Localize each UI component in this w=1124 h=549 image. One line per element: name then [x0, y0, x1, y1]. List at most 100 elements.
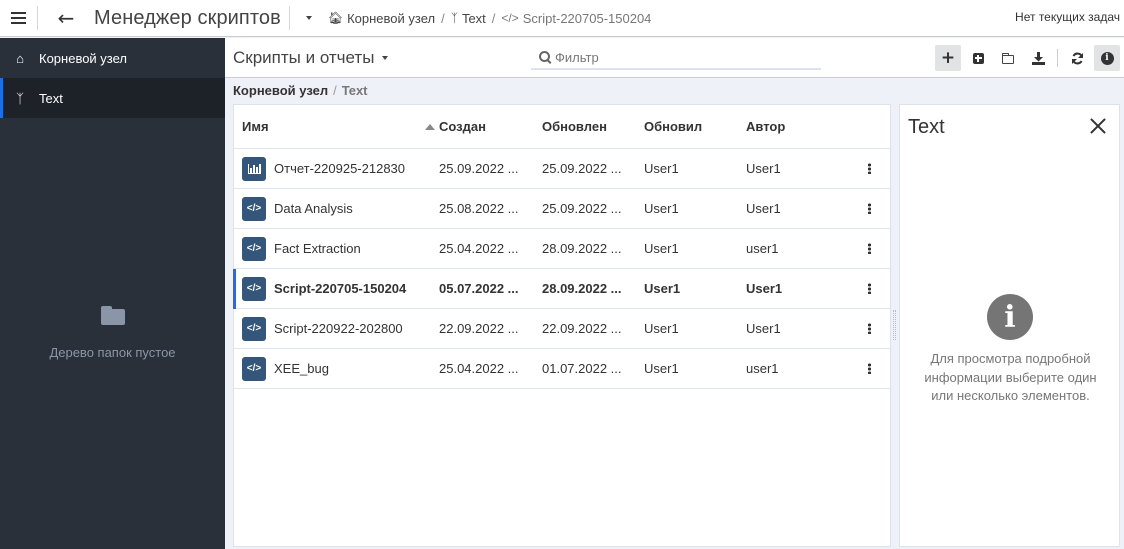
cell-updated-by: User1: [644, 361, 679, 376]
search-icon: [539, 51, 551, 63]
table-row[interactable]: Отчет-220925-212830 25.09.2022 ... 25.09…: [234, 149, 890, 189]
refresh-icon: [1071, 52, 1083, 64]
column-header-author[interactable]: Автор: [746, 119, 854, 134]
row-menu-button[interactable]: [854, 323, 884, 334]
column-header-updated-by[interactable]: Обновил: [644, 119, 746, 134]
kebab-menu-icon: [867, 323, 871, 334]
cell-created: 25.04.2022 ...: [439, 361, 519, 376]
cell-updated-by: User1: [644, 321, 679, 336]
table-row[interactable]: </> Script-220922-202800 22.09.2022 ... 2…: [234, 309, 890, 349]
column-header-updated[interactable]: Обновлен: [542, 119, 644, 134]
info-button[interactable]: i: [1094, 45, 1120, 71]
app-menu-dropdown[interactable]: [290, 0, 328, 36]
column-header-created[interactable]: Создан: [439, 119, 542, 134]
details-title: Text: [908, 116, 945, 138]
content-header: Скрипты и отчеты + i: [225, 38, 1124, 78]
table-row[interactable]: </> Fact Extraction 25.04.2022 ... 28.09.…: [234, 229, 890, 269]
add-button[interactable]: [965, 45, 991, 71]
scripts-table: Имя Создан Обновлен Обновил Автор Отчет-…: [233, 104, 891, 547]
cell-updated: 25.09.2022 ...: [542, 201, 622, 216]
code-icon: </>: [501, 11, 519, 25]
back-button[interactable]: ←: [38, 0, 94, 36]
row-menu-button[interactable]: [854, 203, 884, 214]
sidebar-item-label: Text: [39, 90, 63, 106]
home-icon: ⌂: [16, 50, 24, 66]
sidebar-item-text[interactable]: ᛉ Text: [0, 78, 225, 118]
bar-chart-icon: [242, 156, 266, 181]
plus-icon: +: [940, 48, 956, 68]
table-row[interactable]: </> Data Analysis 25.08.2022 ... 25.09.20…: [234, 189, 890, 229]
section-title: Скрипты и отчеты: [233, 47, 375, 67]
breadcrumb-separator: /: [441, 10, 445, 26]
cell-updated-by: User1: [644, 241, 679, 256]
breadcrumb-root[interactable]: Корневой узел: [347, 11, 435, 26]
info-icon: i: [987, 294, 1033, 340]
info-icon: i: [1100, 51, 1114, 65]
branch-icon: ᛉ: [16, 90, 24, 106]
cell-author: User1: [746, 321, 781, 336]
hamburger-menu-button[interactable]: [0, 0, 37, 36]
item-name[interactable]: Script-220922-202800: [274, 321, 403, 336]
kebab-menu-icon: [867, 163, 871, 174]
item-name[interactable]: XEE_bug: [274, 361, 329, 376]
details-empty-message: Для просмотра подробной информации выбер…: [924, 351, 1097, 403]
new-folder-button[interactable]: [995, 45, 1021, 71]
column-header-name[interactable]: Имя: [234, 119, 439, 134]
cell-updated: 28.09.2022 ...: [542, 241, 622, 256]
row-menu-button[interactable]: [854, 363, 884, 374]
create-button[interactable]: +: [935, 45, 961, 71]
cell-author: User1: [746, 201, 781, 216]
row-menu-button[interactable]: [854, 243, 884, 254]
cell-author: User1: [746, 281, 783, 296]
breadcrumb-folder[interactable]: Text: [462, 11, 486, 26]
refresh-button[interactable]: [1064, 45, 1090, 71]
download-icon: [1031, 51, 1045, 65]
cell-name: </> Fact Extraction: [234, 236, 439, 261]
table-row[interactable]: </> Script-220705-150204 05.07.2022 ... 2…: [233, 269, 890, 309]
filter-input[interactable]: [555, 49, 795, 65]
empty-tree-message: Дерево папок пустое: [49, 345, 176, 360]
arrow-left-icon: ←: [57, 6, 75, 30]
cell-updated-by: User1: [644, 201, 679, 216]
kebab-menu-icon: [867, 203, 871, 214]
app-title: Менеджер скриптов: [94, 6, 281, 29]
panel-resize-handle[interactable]: [893, 310, 896, 340]
item-name[interactable]: Data Analysis: [274, 201, 353, 216]
section-dropdown[interactable]: Скрипты и отчеты: [233, 47, 389, 68]
sidebar-item-root[interactable]: ⌂ Корневой узел: [0, 38, 225, 78]
import-button[interactable]: [1025, 45, 1051, 71]
plus-square-icon: [972, 52, 984, 64]
empty-folder-tree: Дерево папок пустое: [0, 306, 225, 360]
toolbar: + i: [931, 45, 1120, 71]
cell-updated: 01.07.2022 ...: [542, 361, 622, 376]
cell-created: 25.09.2022 ...: [439, 161, 519, 176]
item-name[interactable]: Fact Extraction: [274, 241, 361, 256]
cell-author: User1: [746, 161, 781, 176]
cell-name: </> Script-220922-202800: [234, 316, 439, 341]
cell-created: 22.09.2022 ...: [439, 321, 519, 336]
row-menu-button[interactable]: [854, 283, 884, 294]
code-icon: </>: [242, 196, 266, 221]
code-icon: </>: [242, 356, 266, 381]
caret-down-icon: [305, 16, 312, 20]
caret-down-icon: [382, 55, 389, 60]
breadcrumb-current: Script-220705-150204: [522, 10, 652, 26]
breadcrumb-separator: /: [491, 10, 496, 26]
kebab-menu-icon: [867, 243, 871, 254]
sidebar-item-label: Корневой узел: [39, 50, 128, 66]
branch-icon: ᛉ: [450, 11, 458, 25]
table-row[interactable]: </> XEE_bug 25.04.2022 ... 01.07.2022 ...…: [234, 349, 890, 389]
tasks-status[interactable]: Нет текущих задач: [1015, 10, 1120, 24]
item-name[interactable]: Отчет-220925-212830: [274, 161, 405, 176]
item-name[interactable]: Script-220705-150204: [274, 281, 406, 296]
details-panel: Text i Для просмотра подробной информаци…: [899, 104, 1120, 547]
top-bar: ← Менеджер скриптов 🏠︎ Корневой узел / ᛉ…: [0, 0, 1124, 37]
close-details-button[interactable]: [1089, 117, 1107, 135]
cell-name: </> Script-220705-150204: [234, 276, 439, 301]
code-icon: </>: [242, 276, 266, 301]
folder-path: Корневой узел / Text: [233, 83, 368, 98]
row-menu-button[interactable]: [854, 163, 884, 174]
code-icon: </>: [242, 236, 266, 261]
path-root[interactable]: Корневой узел: [233, 83, 328, 98]
path-separator: /: [333, 83, 337, 98]
